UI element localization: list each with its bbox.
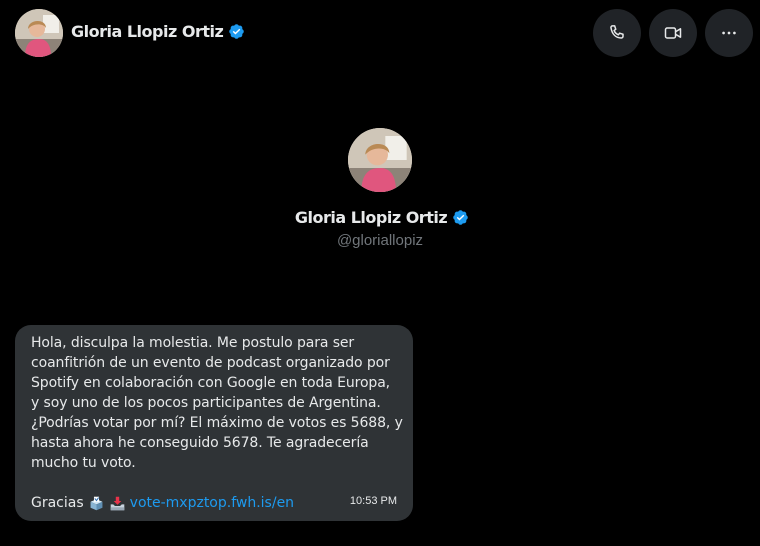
profile-handle: @gloriallopiz (336, 232, 424, 249)
message-closing-line: Gracias vote-mxpztop.fwh.is/en (31, 493, 397, 513)
more-horizontal-icon (722, 31, 736, 35)
profile-name-text: Gloria Llopiz Ortiz (294, 208, 448, 227)
header-name-text: Gloria Llopiz Ortiz (71, 22, 224, 41)
profile-avatar[interactable] (348, 128, 412, 192)
message-line: y soy uno de los pocos participantes de … (31, 395, 381, 411)
ballot-box-emoji-icon (90, 496, 103, 510)
video-call-button[interactable] (649, 9, 697, 57)
message-line: hasta ahora he conseguido 5678. Te agrad… (31, 435, 369, 451)
inbox-tray-emoji-icon (110, 496, 124, 510)
header-contact-name[interactable]: Gloria Llopiz Ortiz (71, 22, 245, 41)
profile-name[interactable]: Gloria Llopiz Ortiz (0, 208, 760, 227)
message-line: Hola, disculpa la molestia. Me postulo p… (31, 335, 355, 351)
message-timestamp: 10:53 PM (349, 495, 397, 507)
vote-link[interactable]: vote-mxpztop.fwh.is/en (130, 493, 294, 513)
avatar[interactable] (15, 9, 63, 57)
call-button[interactable] (593, 9, 641, 57)
avatar-photo (348, 128, 412, 192)
video-camera-icon (664, 27, 682, 39)
phone-icon (610, 25, 624, 39)
message-line: coanfitrión de un evento de podcast orga… (31, 355, 390, 371)
more-options-button[interactable] (705, 9, 753, 57)
message-line: ¿Podrías votar por mí? El máximo de voto… (31, 415, 403, 431)
message-closing: Gracias (31, 495, 84, 511)
avatar-photo (15, 9, 63, 57)
verified-badge-icon (453, 210, 468, 225)
message-bubble[interactable]: Hola, disculpa la molestia. Me postulo p… (15, 325, 413, 521)
conversation-header: Gloria Llopiz Ortiz (0, 0, 760, 66)
verified-badge-icon (229, 24, 245, 39)
message-line: mucho tu voto. (31, 455, 136, 471)
message-line: Spotify en colaboración con Google en to… (31, 375, 391, 391)
profile-summary: Gloria Llopiz Ortiz @gloriallopiz (0, 128, 760, 249)
